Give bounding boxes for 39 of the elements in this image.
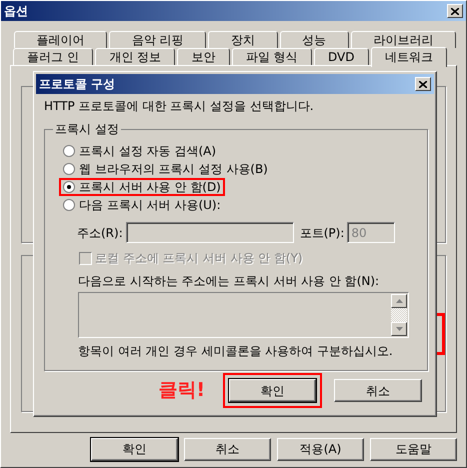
exceptions-textarea[interactable] <box>78 292 409 338</box>
dialog-button[interactable]: 취소 <box>334 379 422 402</box>
note-text: 항목이 여러 개인 경우 세미콜론을 사용하여 구분하십시오. <box>78 344 394 359</box>
tab[interactable]: DVD <box>314 48 369 65</box>
tab[interactable]: 플레이어 <box>14 31 108 48</box>
up-arrow-icon <box>396 299 402 304</box>
close-button[interactable] <box>415 77 431 91</box>
description-text: HTTP 프로토콜에 대한 프록시 설정을 선택합니다. <box>44 99 315 114</box>
address-label: 주소(R): <box>77 226 123 240</box>
dialog-button[interactable]: 취소 <box>184 438 271 461</box>
tab[interactable]: 플러그 인 <box>13 48 94 65</box>
dialog-button[interactable]: 도움말 <box>370 438 457 461</box>
tab[interactable]: 음악 리핑 <box>109 31 206 48</box>
scrollbar[interactable] <box>391 294 407 336</box>
port-label: 포트(P): <box>300 226 344 240</box>
down-arrow-icon <box>396 327 402 332</box>
close-icon <box>419 80 427 88</box>
close-button[interactable] <box>447 4 463 18</box>
tab[interactable]: 장치 <box>208 31 278 48</box>
tab[interactable]: 성능 <box>280 31 349 48</box>
tab[interactable]: 네트워크 <box>370 47 448 67</box>
radio-option[interactable]: 프록시 설정 자동 검색(A) <box>59 142 220 160</box>
group-title: 프록시 설정 <box>53 122 121 137</box>
exceptions-label: 다음으로 시작하는 주소에는 프록시 서버 사용 안 함(N): <box>78 274 380 288</box>
dialog-button[interactable]: 적용(A) <box>277 438 364 461</box>
radio-option[interactable]: 다음 프록시 서버 사용(U): <box>59 196 225 214</box>
tab[interactable]: 보안 <box>177 48 230 65</box>
dialog-title: 프로토콜 구성 <box>39 76 116 92</box>
tab[interactable]: 개인 정보 <box>95 48 176 65</box>
window-title: 옵션 <box>4 4 28 18</box>
annotation-bracket <box>435 313 445 355</box>
dialog-button[interactable]: 확인 <box>91 438 178 461</box>
radio-option[interactable]: 프록시 서버 사용 안 함(D) <box>59 178 225 196</box>
dialog-button[interactable]: 확인 <box>229 379 316 402</box>
tab[interactable]: 파일 형식 <box>232 48 312 65</box>
annotation-text: 클릭! <box>158 379 205 402</box>
radio-option[interactable]: 웹 브라우저의 프록시 설정 사용(B) <box>59 160 272 178</box>
tab[interactable]: 라이브러리 <box>350 31 456 48</box>
close-icon <box>451 8 459 14</box>
